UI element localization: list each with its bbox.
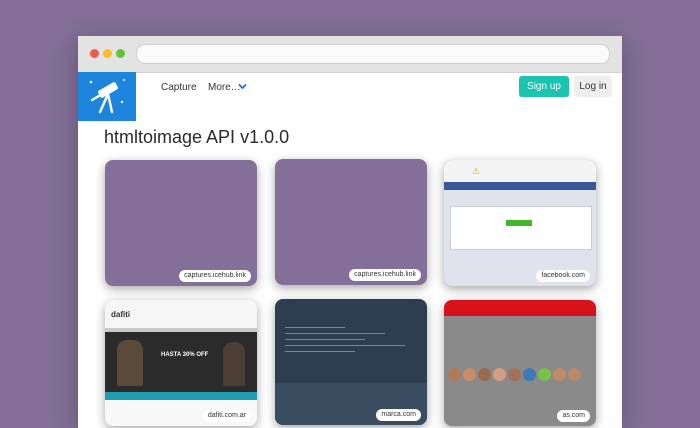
dafiti-banner: HASTA 30% OFF [105, 332, 257, 392]
card-domain-label: dafiti.com.ar [202, 410, 251, 422]
card-domain-label: captures.icehub.link [179, 270, 251, 282]
card-domain-label: captures.icehub.link [349, 269, 421, 281]
minimize-window-dot[interactable] [103, 49, 112, 58]
capture-card[interactable]: captures.icehub.link [275, 159, 427, 285]
text-line [285, 333, 385, 334]
dafiti-header: dafiti [105, 300, 257, 328]
capture-card-as[interactable]: as.com [444, 300, 596, 426]
dafiti-brand: dafiti [111, 310, 131, 319]
avatar [463, 368, 476, 381]
capture-card-marca[interactable]: marca.com [275, 299, 427, 425]
chevron-down-icon[interactable] [238, 80, 247, 94]
card-domain-label: facebook.com [536, 270, 590, 282]
dafiti-headline: HASTA 30% OFF [161, 352, 209, 358]
card-domain-label: as.com [557, 410, 590, 422]
avatar [553, 368, 566, 381]
capture-card[interactable]: captures.icehub.link [105, 160, 257, 286]
text-line [285, 345, 405, 346]
login-button[interactable]: Log in [574, 76, 612, 97]
text-line [285, 327, 345, 328]
facebook-header [444, 182, 596, 190]
browser-window: Capture More… Sign up Log in htmltoimage… [78, 36, 622, 428]
signup-button[interactable]: Sign up [519, 76, 569, 97]
dafiti-strip [105, 392, 257, 400]
facebook-topbar [444, 160, 596, 182]
avatar [508, 368, 521, 381]
facebook-panel [450, 206, 592, 250]
text-line [285, 351, 355, 352]
warning-icon: ⚠ [472, 166, 481, 176]
avatar [568, 368, 581, 381]
nav-more-link[interactable]: More… [208, 81, 241, 95]
telescope-icon [89, 79, 125, 114]
banner-figure-right [223, 342, 245, 386]
close-window-dot[interactable] [90, 49, 99, 58]
nav-capture-link[interactable]: Capture [161, 81, 197, 95]
facebook-green-button [506, 220, 532, 226]
avatar [538, 368, 551, 381]
telescope-logo[interactable] [78, 72, 136, 121]
banner-figure-left [117, 340, 143, 386]
text-line [285, 339, 365, 340]
maximize-window-dot[interactable] [116, 49, 125, 58]
avatar [448, 368, 461, 381]
card-domain-label: marca.com [376, 409, 421, 421]
capture-card-facebook[interactable]: ⚠ facebook.com [444, 160, 596, 286]
avatar [478, 368, 491, 381]
avatar [523, 368, 536, 381]
as-header [444, 300, 596, 316]
page-title: htmltoimage API v1.0.0 [104, 127, 290, 147]
capture-card-dafiti[interactable]: dafiti HASTA 30% OFF dafiti.com.ar [105, 300, 257, 426]
browser-chrome [78, 36, 622, 73]
address-bar[interactable] [136, 44, 610, 64]
avatar [493, 368, 506, 381]
